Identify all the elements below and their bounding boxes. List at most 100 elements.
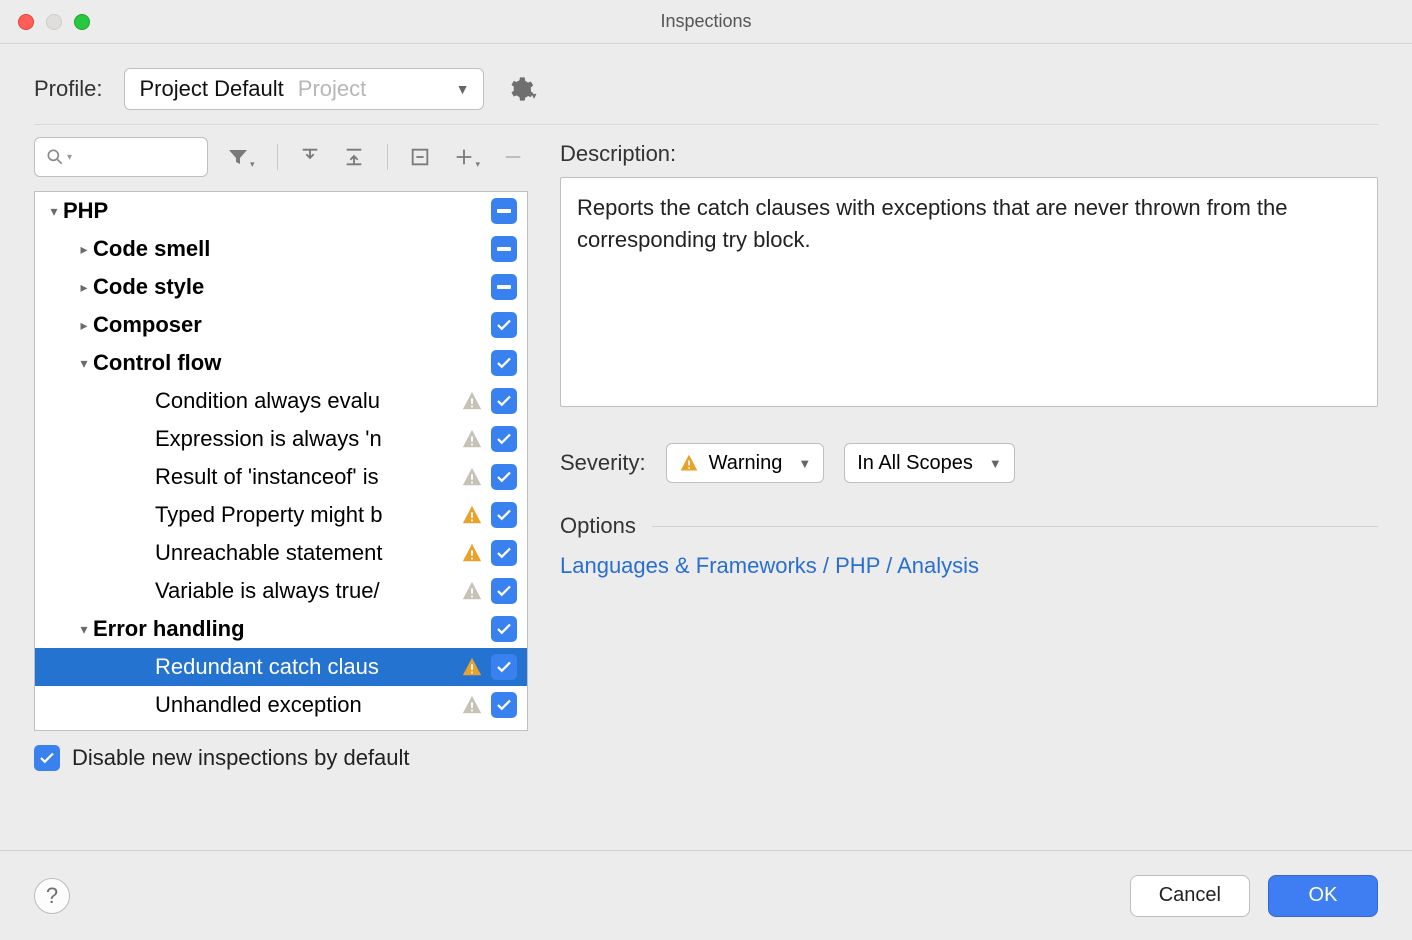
titlebar: Inspections — [0, 0, 1412, 44]
warning-icon — [461, 390, 483, 412]
tree-item-label: PHP — [63, 198, 491, 224]
severity-scope-select[interactable]: In All Scopes ▼ — [844, 443, 1015, 483]
cancel-button[interactable]: Cancel — [1130, 875, 1250, 917]
severity-label: Severity: — [560, 450, 646, 476]
profile-selected-name: Project Default — [139, 76, 283, 102]
severity-row: Severity: Warning ▼ In All Scopes ▼ — [560, 443, 1378, 483]
tree-group-row[interactable]: ▾PHP — [35, 192, 527, 230]
chevron-right-icon: ▸ — [75, 241, 93, 258]
tree-group-row[interactable]: ▾Error handling — [35, 610, 527, 648]
collapse-all-icon — [343, 146, 365, 168]
minus-icon — [502, 146, 524, 168]
tree-item-label: Expression is always 'n — [155, 426, 461, 452]
tree-item-label: Redundant catch claus — [155, 654, 461, 680]
warning-icon — [461, 656, 483, 678]
tree-item-row[interactable]: Expression is always 'n — [35, 420, 527, 458]
description-text: Reports the catch clauses with exception… — [560, 177, 1378, 407]
plus-icon — [453, 146, 475, 168]
tree-item-label: Result of 'instanceof' is — [155, 464, 461, 490]
ok-button[interactable]: OK — [1268, 875, 1378, 917]
expand-all-icon — [299, 146, 321, 168]
profile-select[interactable]: Project Default Project ▼ — [124, 68, 484, 110]
profile-row: Profile: Project Default Project ▼ ▾ — [0, 44, 1412, 124]
tree-item-checkbox[interactable] — [491, 654, 517, 680]
tree-item-label: Unhandled exception — [155, 692, 461, 718]
disable-new-inspections-option[interactable]: Disable new inspections by default — [34, 745, 528, 771]
tree-toolbar: ▾ ▾ ▾ — [34, 137, 528, 177]
divider — [652, 526, 1378, 527]
options-header: Options — [560, 513, 1378, 539]
checkbox-icon — [491, 350, 517, 376]
checkbox-icon — [491, 464, 517, 490]
tree-item-row[interactable]: Variable is always true/ — [35, 572, 527, 610]
tree-item-checkbox[interactable] — [491, 464, 517, 490]
tree-item-row[interactable]: Redundant catch claus — [35, 648, 527, 686]
warning-icon — [461, 428, 483, 450]
filter-button[interactable]: ▾ — [222, 141, 259, 174]
tree-item-checkbox[interactable] — [491, 388, 517, 414]
collapse-all-button[interactable] — [339, 142, 369, 172]
help-button[interactable]: ? — [34, 878, 70, 914]
tree-group-row[interactable]: ▸Code style — [35, 268, 527, 306]
tree-item-label: Composer — [93, 312, 491, 338]
tree-item-label: Variable is always true/ — [155, 578, 461, 604]
tree-item-checkbox[interactable] — [491, 274, 517, 300]
checkbox-icon — [491, 540, 517, 566]
tree-group-row[interactable]: ▸Composer — [35, 306, 527, 344]
description-label: Description: — [560, 141, 1378, 167]
tree-item-checkbox[interactable] — [491, 578, 517, 604]
reset-button[interactable] — [405, 142, 435, 172]
tree-group-row[interactable]: ▾Control flow — [35, 344, 527, 382]
tree-item-checkbox[interactable] — [491, 312, 517, 338]
tree-item-checkbox[interactable] — [491, 502, 517, 528]
chevron-down-icon: ▾ — [75, 355, 93, 372]
chevron-down-icon: ▼ — [798, 456, 811, 471]
tree-item-checkbox[interactable] — [491, 616, 517, 642]
chevron-right-icon: ▸ — [75, 317, 93, 334]
search-input[interactable]: ▾ — [34, 137, 208, 177]
severity-level-select[interactable]: Warning ▼ — [666, 443, 825, 483]
options-link[interactable]: Languages & Frameworks / PHP / Analysis — [560, 553, 979, 579]
tree-item-checkbox[interactable] — [491, 198, 517, 224]
checkbox-icon — [491, 692, 517, 718]
tree-item-row[interactable]: Typed Property might b — [35, 496, 527, 534]
content-area: ▾ ▾ ▾ ▾PHP — [0, 125, 1412, 771]
tree-item-row[interactable]: Unhandled exception — [35, 686, 527, 724]
warning-icon — [461, 542, 483, 564]
checkbox-icon — [491, 616, 517, 642]
warning-icon — [461, 694, 483, 716]
window-title: Inspections — [0, 11, 1412, 32]
warning-icon — [461, 466, 483, 488]
tree-item-checkbox[interactable] — [491, 692, 517, 718]
checkbox-icon — [491, 274, 517, 300]
tree-item-checkbox[interactable] — [491, 540, 517, 566]
tree-item-label: Code style — [93, 274, 491, 300]
tree-item-label: Control flow — [93, 350, 491, 376]
checkbox-icon — [491, 236, 517, 262]
chevron-down-icon: ▾ — [75, 621, 93, 638]
tree-item-row[interactable]: Result of 'instanceof' is — [35, 458, 527, 496]
profile-label: Profile: — [34, 76, 102, 102]
tree-item-checkbox[interactable] — [491, 426, 517, 452]
tree-item-row[interactable]: Unreachable statement — [35, 534, 527, 572]
add-button[interactable]: ▾ — [449, 141, 484, 174]
tree-item-label: Error handling — [93, 616, 491, 642]
details-panel: Description: Reports the catch clauses w… — [560, 137, 1378, 771]
tree-group-row[interactable]: ▸Code smell — [35, 230, 527, 268]
warning-icon — [461, 504, 483, 526]
profile-settings-button[interactable]: ▾ — [506, 75, 536, 103]
chevron-down-icon: ▼ — [989, 456, 1002, 471]
filter-icon — [226, 145, 250, 169]
help-icon: ? — [46, 883, 58, 909]
tree-item-checkbox[interactable] — [491, 350, 517, 376]
ok-label: OK — [1309, 884, 1338, 907]
checkbox-icon — [491, 198, 517, 224]
expand-all-button[interactable] — [295, 142, 325, 172]
cancel-label: Cancel — [1159, 884, 1221, 907]
tree-item-row[interactable]: Condition always evalu — [35, 382, 527, 420]
warning-icon — [679, 453, 699, 473]
inspection-tree[interactable]: ▾PHP▸Code smell▸Code style▸Composer▾Cont… — [34, 191, 528, 731]
remove-button[interactable] — [498, 142, 528, 172]
tree-item-checkbox[interactable] — [491, 236, 517, 262]
tree-item-label: Unreachable statement — [155, 540, 461, 566]
